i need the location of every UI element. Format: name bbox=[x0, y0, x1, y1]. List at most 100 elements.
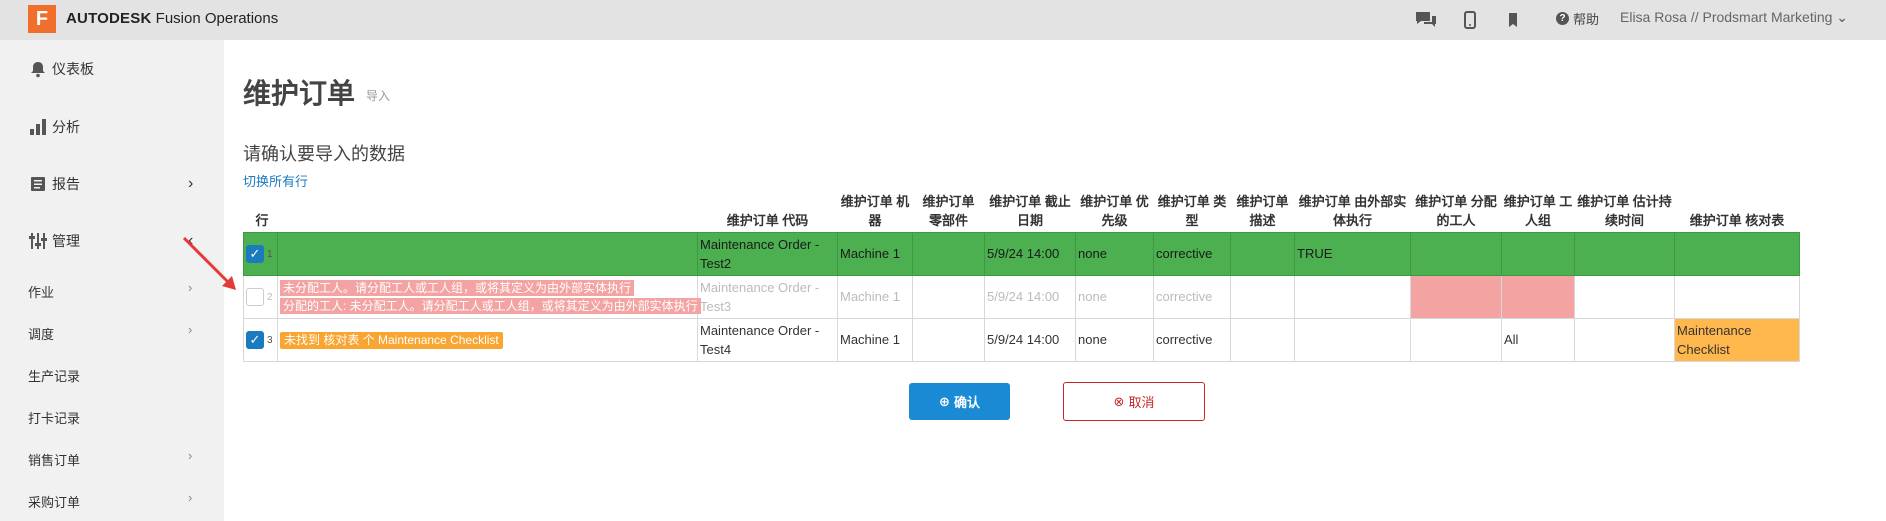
table-header-row: 行 维护订单 代码 维护订单 机器 维护订单 零部件 维护订单 截止日期 维护订… bbox=[244, 190, 1800, 232]
column-header: 维护订单 机器 bbox=[840, 193, 910, 228]
page-subtitle: 导入 bbox=[366, 89, 391, 103]
sidebar-subitem-sales-orders[interactable]: 销售订单 › bbox=[0, 444, 224, 474]
confirm-button[interactable]: ⊕ 确认 bbox=[909, 383, 1010, 420]
row-message-cell bbox=[277, 231, 698, 276]
part-cell bbox=[912, 231, 985, 276]
type-cell: corrective bbox=[1153, 231, 1231, 276]
due-date-cell: 5/9/24 14:00 bbox=[984, 317, 1076, 362]
type-cell: corrective bbox=[1153, 317, 1231, 362]
sidebar-subitem-label: 调度 bbox=[28, 327, 55, 342]
bell-icon bbox=[28, 59, 48, 79]
sidebar-item-reports[interactable]: 报告 › bbox=[0, 159, 224, 209]
manage-icon bbox=[28, 231, 48, 251]
checkbox-unchecked[interactable] bbox=[246, 288, 264, 307]
bar-chart-icon bbox=[28, 117, 48, 137]
table-row: ✓ 1 Maintenance Order - Test2 Machine 1 5… bbox=[243, 231, 1800, 276]
error-message: 未分配工人。请分配工人或工人组，或将其定义为由外部实体执行 bbox=[280, 279, 635, 296]
brand-name: AUTODESK Fusion Operations bbox=[66, 10, 278, 27]
annotation-arrow-icon bbox=[182, 236, 236, 290]
machine-cell: Machine 1 bbox=[837, 274, 913, 319]
duration-cell bbox=[1574, 274, 1675, 319]
worker-cell bbox=[1410, 317, 1502, 362]
plus-circle-icon: ⊕ bbox=[939, 393, 950, 409]
sidebar-subitem-label: 采购订单 bbox=[28, 495, 81, 510]
column-header: 维护订单 描述 bbox=[1236, 193, 1289, 228]
group-cell bbox=[1501, 274, 1575, 319]
external-cell bbox=[1294, 274, 1411, 319]
table-row: 2 未分配工人。请分配工人或工人组，或将其定义为由外部实体执行 分配的工人: 未… bbox=[243, 274, 1800, 319]
priority-cell: none bbox=[1075, 231, 1154, 276]
toggle-all-rows-link[interactable]: 切换所有行 bbox=[243, 171, 308, 190]
row-select-cell: 2 bbox=[243, 274, 278, 319]
checkbox-checked[interactable]: ✓ bbox=[246, 245, 264, 264]
row-select-cell: ✓ 3 bbox=[243, 317, 278, 362]
worker-cell bbox=[1410, 231, 1502, 276]
checklist-cell bbox=[1674, 231, 1800, 276]
confirm-heading: 请确认要导入的数据 bbox=[243, 144, 405, 164]
group-cell: All bbox=[1501, 317, 1575, 362]
import-table: 行 维护订单 代码 维护订单 机器 维护订单 零部件 维护订单 截止日期 维护订… bbox=[243, 190, 1800, 362]
error-message: 分配的工人: 未分配工人。请分配工人或工人组，或将其定义为由外部实体执行 bbox=[280, 297, 701, 314]
row-message-cell: 未分配工人。请分配工人或工人组，或将其定义为由外部实体执行 分配的工人: 未分配… bbox=[277, 274, 701, 319]
column-header: 维护订单 零部件 bbox=[922, 193, 975, 228]
sidebar-subitem-label: 销售订单 bbox=[28, 453, 81, 468]
duration-cell bbox=[1574, 231, 1675, 276]
top-bar: F AUTODESK Fusion Operations ? 帮助 Elisa … bbox=[0, 0, 1886, 40]
sidebar-subitem-purchase-orders[interactable]: 采购订单 › bbox=[0, 486, 224, 516]
column-header: 维护订单 估计持续时间 bbox=[1577, 193, 1672, 228]
description-cell bbox=[1230, 274, 1295, 319]
sidebar-item-label: 报告 bbox=[52, 176, 80, 192]
external-cell bbox=[1294, 317, 1411, 362]
confirm-label: 确认 bbox=[953, 395, 980, 410]
brand-rest: Fusion Operations bbox=[151, 10, 279, 27]
column-header: 维护订单 代码 bbox=[726, 212, 809, 228]
chevron-down-icon: ⌄ bbox=[1836, 9, 1849, 25]
chevron-right-icon: › bbox=[188, 322, 193, 337]
user-name: Elisa Rosa // Prodsmart Marketing bbox=[1620, 9, 1833, 25]
priority-cell: none bbox=[1075, 317, 1154, 362]
sidebar-subitem-production-records[interactable]: 生产记录 bbox=[0, 360, 224, 390]
due-date-cell: 5/9/24 14:00 bbox=[984, 231, 1076, 276]
sidebar-subitem-label: 作业 bbox=[28, 285, 55, 300]
sidebar-subitem-scheduling[interactable]: 调度 › bbox=[0, 318, 224, 348]
sidebar-item-analysis[interactable]: 分析 bbox=[0, 102, 224, 152]
description-cell bbox=[1230, 317, 1295, 362]
sidebar-item-label: 仪表板 bbox=[52, 61, 94, 77]
help-link[interactable]: ? 帮助 bbox=[1556, 9, 1599, 28]
mobile-icon[interactable] bbox=[1458, 8, 1482, 32]
type-cell: corrective bbox=[1153, 274, 1231, 319]
external-cell: TRUE bbox=[1294, 231, 1411, 276]
duration-cell bbox=[1574, 317, 1675, 362]
brand-strong: AUTODESK bbox=[66, 10, 152, 27]
chevron-right-icon: › bbox=[188, 175, 194, 192]
column-header: 维护订单 类型 bbox=[1157, 193, 1227, 228]
chat-icon[interactable] bbox=[1414, 8, 1438, 32]
cancel-button[interactable]: ⊗ 取消 bbox=[1063, 382, 1205, 421]
row-select-cell: ✓ 1 bbox=[243, 231, 278, 276]
x-circle-icon: ⊗ bbox=[1113, 393, 1125, 409]
part-cell bbox=[912, 317, 985, 362]
column-header: 维护订单 核对表 bbox=[1689, 212, 1785, 228]
sidebar-subitem-clock-records[interactable]: 打卡记录 bbox=[0, 402, 224, 432]
column-header: 维护订单 由外部实体执行 bbox=[1298, 193, 1407, 228]
checklist-cell bbox=[1674, 274, 1800, 319]
row-message-cell: 未找到 核对表 个 Maintenance Checklist bbox=[277, 317, 698, 362]
checklist-cell: Maintenance Checklist bbox=[1674, 317, 1800, 362]
user-menu[interactable]: Elisa Rosa // Prodsmart Marketing ⌄ bbox=[1620, 9, 1848, 26]
machine-cell: Machine 1 bbox=[837, 317, 913, 362]
row-number: 1 bbox=[267, 248, 273, 260]
checkbox-checked[interactable]: ✓ bbox=[246, 331, 264, 350]
row-number: 2 bbox=[267, 291, 273, 303]
sidebar-item-dashboard[interactable]: 仪表板 bbox=[0, 44, 224, 94]
report-icon bbox=[28, 174, 48, 194]
fusion-logo[interactable]: F bbox=[28, 5, 56, 33]
code-cell: Maintenance Order - Test3 bbox=[697, 274, 838, 319]
sidebar-subitem-label: 生产记录 bbox=[28, 369, 81, 384]
column-header: 行 bbox=[255, 212, 269, 228]
priority-cell: none bbox=[1075, 274, 1154, 319]
bookmark-icon[interactable] bbox=[1501, 8, 1525, 32]
row-number: 3 bbox=[267, 334, 273, 346]
cancel-label: 取消 bbox=[1128, 395, 1155, 410]
chevron-right-icon: › bbox=[188, 490, 193, 505]
code-cell: Maintenance Order - Test4 bbox=[697, 317, 838, 362]
